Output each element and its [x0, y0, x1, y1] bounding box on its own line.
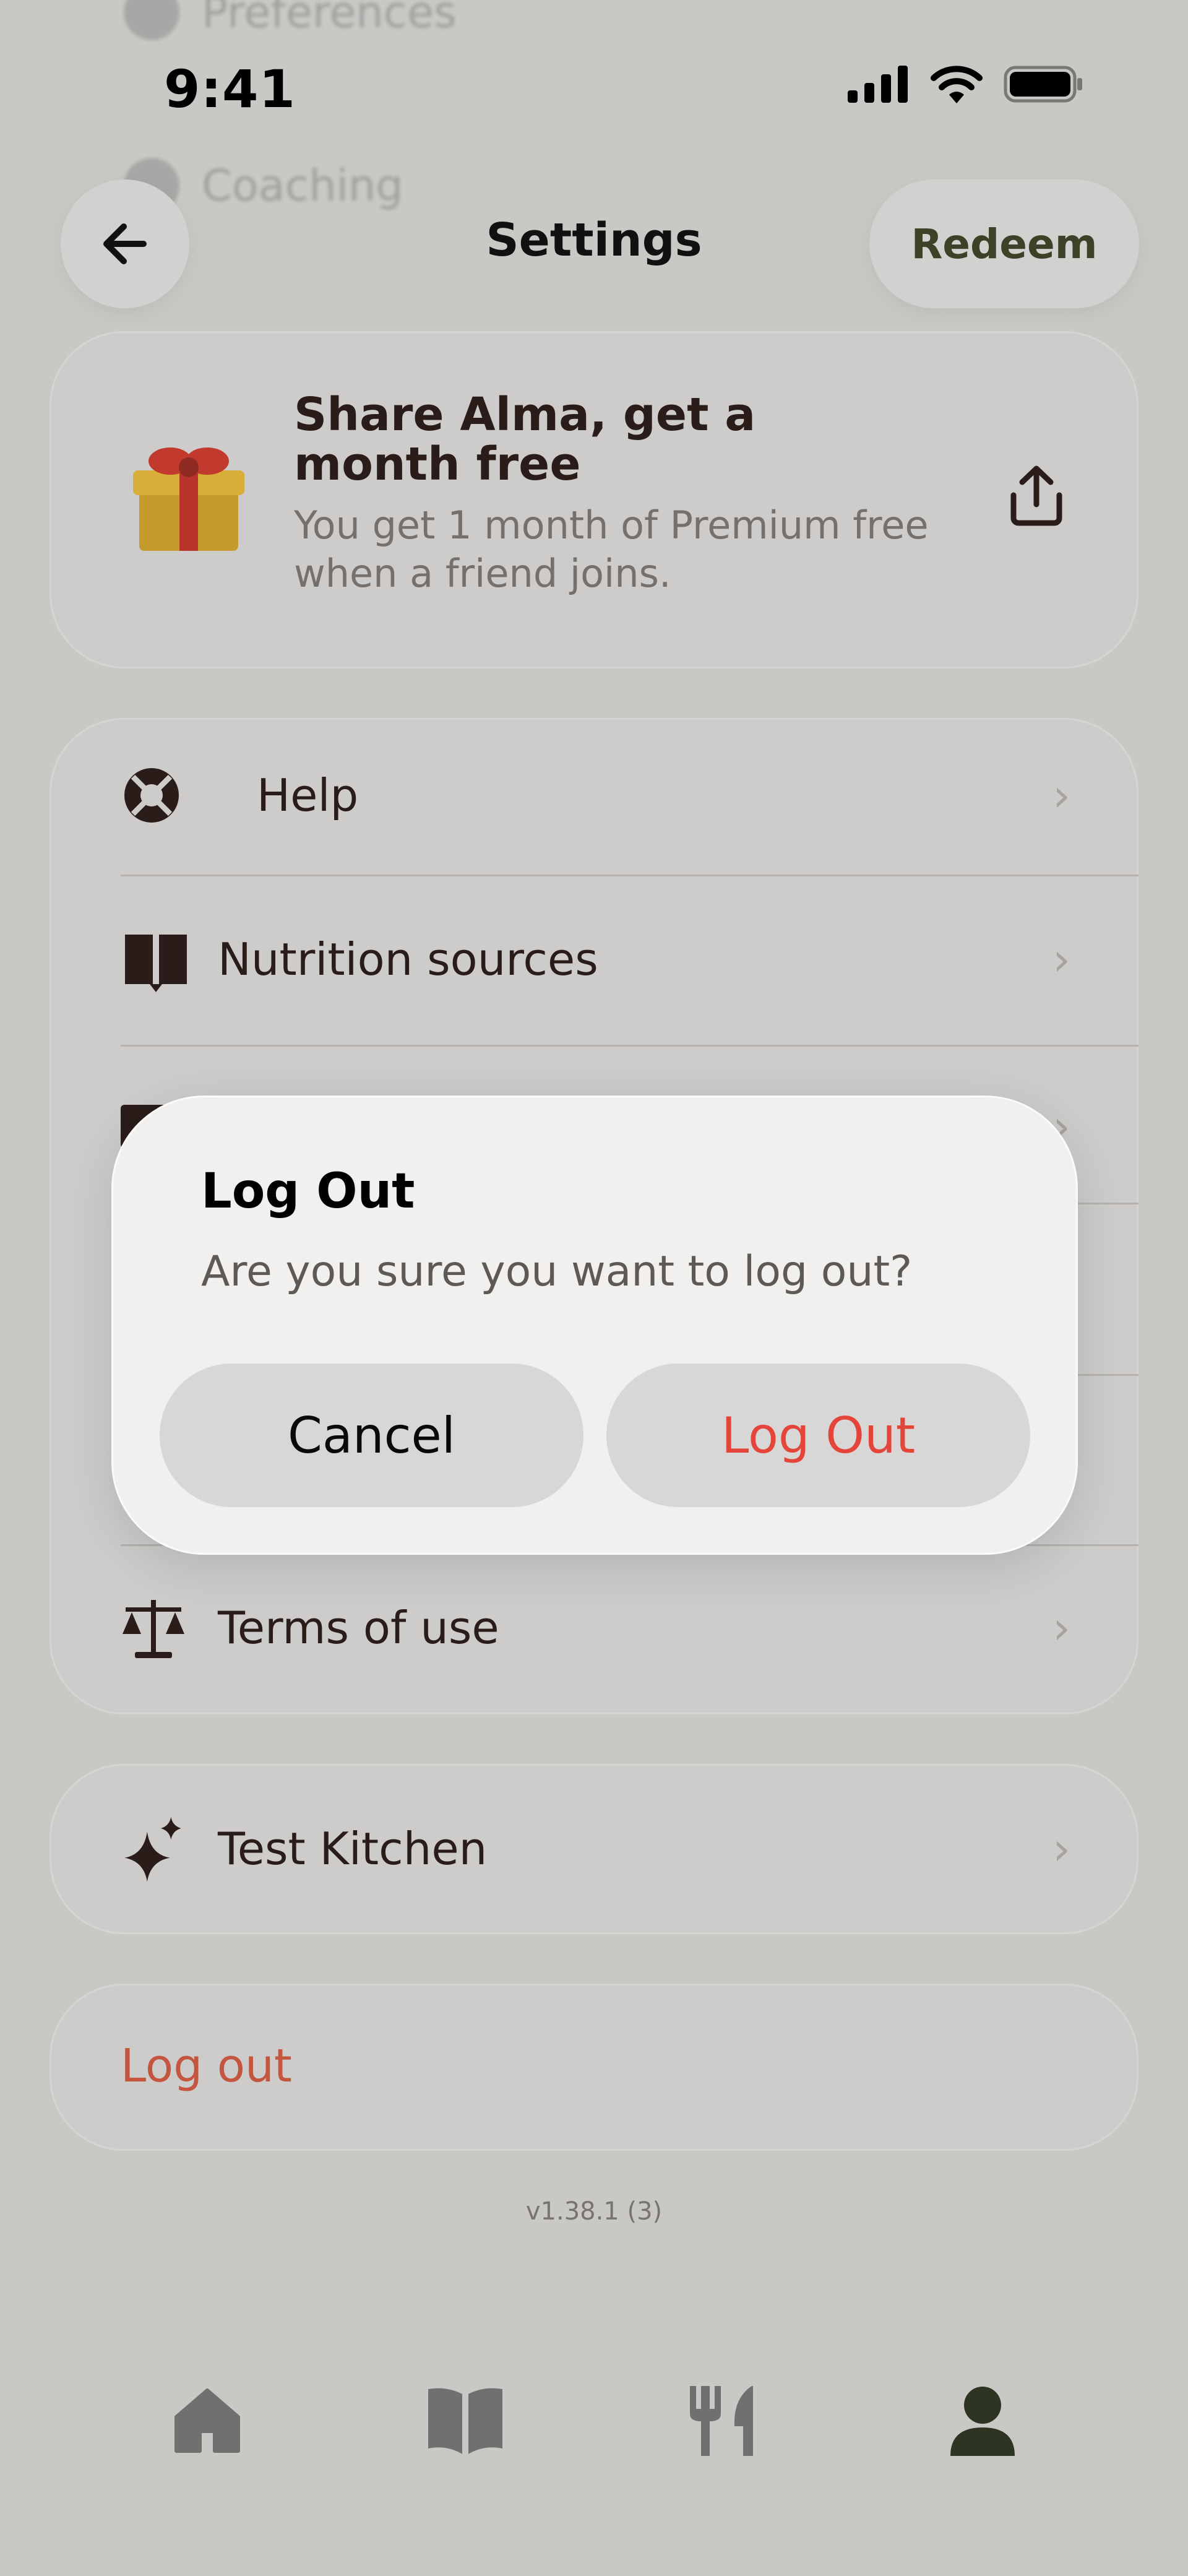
menu-item-label: Terms of use: [218, 1602, 499, 1654]
menu-item-help[interactable]: Help ›: [50, 715, 1138, 876]
logout-button-label[interactable]: Log out: [121, 2039, 292, 2093]
tab-home[interactable]: [158, 2371, 257, 2470]
utensils-icon: [690, 2386, 753, 2456]
redeem-button[interactable]: Redeem: [869, 179, 1139, 308]
dialog-title: Log Out: [201, 1164, 415, 1219]
menu-item-nutrition-sources[interactable]: Nutrition sources ›: [50, 879, 1138, 1040]
chevron-right-icon: ›: [1052, 1823, 1070, 1875]
tab-food[interactable]: [674, 2371, 773, 2470]
menu-item-terms-of-use[interactable]: Terms of use ›: [50, 1547, 1138, 1708]
status-time: 9:41: [164, 59, 296, 119]
share-subtitle: You get 1 month of Premium free when a f…: [294, 503, 929, 596]
confirm-logout-button[interactable]: Log Out: [606, 1364, 1030, 1507]
cancel-button[interactable]: Cancel: [160, 1364, 583, 1507]
tab-journal[interactable]: [416, 2371, 515, 2470]
menu-item-test-kitchen[interactable]: Test Kitchen ›: [50, 1768, 1138, 1929]
ghost-label-preferences: Preferences: [202, 0, 457, 38]
menu-item-label: Nutrition sources: [218, 933, 598, 985]
gear-icon: [124, 0, 179, 40]
status-icons: [848, 65, 1084, 103]
app-version: v1.38.1 (3): [525, 2197, 663, 2226]
ghost-menu-item: Preferences: [124, 0, 457, 40]
menu-item-label: Test Kitchen: [218, 1823, 488, 1875]
person-icon: [950, 2387, 1015, 2456]
wifi-icon: [931, 66, 983, 103]
gift-icon: [127, 433, 251, 560]
menu-item-label: Help: [257, 769, 359, 821]
divider: [121, 875, 1138, 876]
tab-profile[interactable]: [933, 2371, 1032, 2470]
battery-icon: [1004, 66, 1082, 103]
chevron-right-icon: ›: [1052, 769, 1070, 821]
cellular-signal-icon: [848, 66, 908, 103]
share-title: Share Alma, get a month free: [294, 388, 756, 491]
home-icon: [174, 2388, 240, 2453]
book-open-icon: [428, 2388, 502, 2454]
book-icon: [122, 925, 190, 993]
chevron-right-icon: ›: [1052, 1602, 1070, 1654]
tab-bar: [0, 2371, 1188, 2494]
ghost-label-coaching: Coaching: [202, 160, 403, 211]
share-icon[interactable]: [1002, 461, 1070, 532]
lifebuoy-icon: [118, 761, 186, 829]
chevron-right-icon: ›: [1052, 933, 1070, 985]
scales-icon: [119, 1594, 187, 1662]
sparkle-icon: [119, 1815, 187, 1883]
dialog-message: Are you sure you want to log out?: [201, 1247, 913, 1296]
